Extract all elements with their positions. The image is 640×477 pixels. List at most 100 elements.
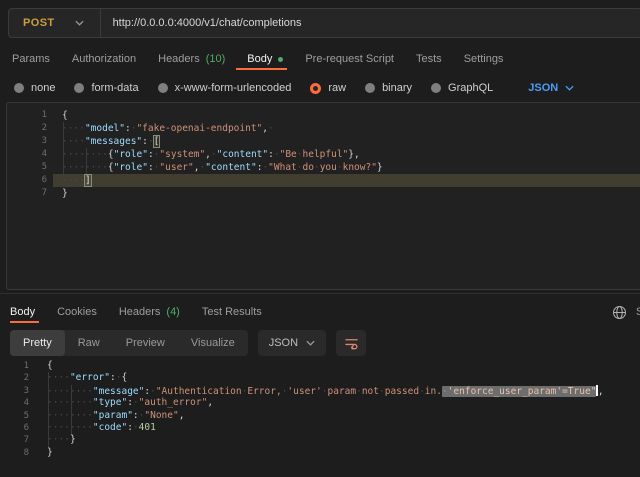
code-token: "param" <box>93 410 133 421</box>
request-tab-params[interactable]: Params <box>12 48 61 70</box>
body-type-x-www-form-urlencoded[interactable]: x-www-form-urlencoded <box>158 82 292 94</box>
response-tab-test-results[interactable]: Test Results <box>191 301 273 323</box>
tab-label: Authorization <box>72 53 136 65</box>
chevron-down-icon <box>565 85 574 91</box>
code-line: 3····"messages":·[ <box>7 135 640 148</box>
response-toolbar: PrettyRawPreviewVisualize JSON <box>10 330 366 356</box>
whitespace-dot: · <box>282 386 288 397</box>
code-token: } <box>70 434 76 445</box>
code-line: 1{ <box>0 360 640 372</box>
radio-icon <box>158 83 168 93</box>
code-token: "role" <box>114 162 148 173</box>
line-number: 2 <box>0 372 29 384</box>
request-tab-tests[interactable]: Tests <box>405 48 453 70</box>
whitespace-dot: · <box>379 386 385 397</box>
code-line: 4········{"role":·"system",·"content":·"… <box>7 148 640 161</box>
code-token: }, <box>348 149 359 160</box>
radio-icon <box>431 83 441 93</box>
code-token: ········ <box>62 149 108 160</box>
code-line: 2····"model":·"fake-openai-endpoint",· <box>7 122 640 135</box>
code-token: :· <box>133 410 144 421</box>
code-token: ········ <box>47 386 93 397</box>
body-type-graphql[interactable]: GraphQL <box>431 82 493 94</box>
body-language-label: JSON <box>528 82 558 94</box>
code-token: "error" <box>70 372 110 383</box>
body-type-options: none form-data x-www-form-urlencoded raw bin… <box>14 82 493 94</box>
globe-icon[interactable] <box>612 305 627 320</box>
code-token: , <box>207 397 213 408</box>
line-number: 7 <box>7 187 47 200</box>
whitespace-dot: · <box>148 136 154 147</box>
code-token: { <box>62 110 68 121</box>
view-visualize[interactable]: Visualize <box>178 330 248 356</box>
code-line: 1{ <box>7 109 640 122</box>
response-tab-headers[interactable]: Headers(4) <box>108 301 191 323</box>
tab-label: Body <box>10 306 35 318</box>
request-body-editor[interactable]: 1{2····"model":·"fake-openai-endpoint",·… <box>6 102 640 290</box>
whitespace-dot: · <box>442 386 448 397</box>
request-url-bar: POST <box>8 8 640 38</box>
request-tab-settings[interactable]: Settings <box>453 48 515 70</box>
whitespace-dot: · <box>322 386 328 397</box>
radio-icon <box>14 83 24 93</box>
request-tab-body[interactable]: Body <box>236 48 294 70</box>
code-token: } <box>47 447 53 458</box>
code-token: [ <box>154 136 160 147</box>
whitespace-dot: · <box>297 162 303 173</box>
radio-icon <box>74 83 84 93</box>
whitespace-dot: · <box>268 123 274 134</box>
line-number: 1 <box>7 109 47 122</box>
code-token: ········ <box>47 410 93 421</box>
radio-label: none <box>31 82 55 94</box>
line-number: 4 <box>0 397 29 409</box>
code-token: "system" <box>159 149 205 160</box>
request-tab-pre-request-script[interactable]: Pre-request Script <box>294 48 405 70</box>
code-text: { <box>62 109 68 122</box>
response-header-right: S <box>612 305 640 320</box>
code-token: ,· <box>205 149 216 160</box>
code-token: :· <box>257 162 268 173</box>
wrap-text-button[interactable] <box>336 330 366 356</box>
response-tab-cookies[interactable]: Cookies <box>46 301 108 323</box>
code-token: "role" <box>114 149 148 160</box>
line-number: 6 <box>7 174 47 187</box>
body-type-none[interactable]: none <box>14 82 55 94</box>
code-token: 401 <box>139 422 156 433</box>
code-token: :· <box>127 422 138 433</box>
radio-icon <box>365 83 375 93</box>
body-type-raw[interactable]: raw <box>310 82 346 94</box>
url-input[interactable] <box>101 16 640 30</box>
line-number: 7 <box>0 434 29 446</box>
view-pretty[interactable]: Pretty <box>10 330 65 356</box>
code-line: 4········"type":·"auth_error", <box>0 397 640 409</box>
response-tab-body[interactable]: Body <box>10 301 46 323</box>
method-select[interactable]: POST <box>9 9 100 37</box>
body-type-binary[interactable]: binary <box>365 82 412 94</box>
code-text: { <box>47 360 53 372</box>
view-raw[interactable]: Raw <box>65 330 113 356</box>
request-tab-authorization[interactable]: Authorization <box>61 48 147 70</box>
body-type-form-data[interactable]: form-data <box>74 82 138 94</box>
code-token: ···· <box>62 136 85 147</box>
code-token: , <box>598 386 604 397</box>
line-number: 5 <box>0 410 29 422</box>
body-language-select[interactable]: JSON <box>528 82 574 94</box>
radio-label: raw <box>328 82 346 94</box>
tab-label: Cookies <box>57 306 97 318</box>
request-tab-headers[interactable]: Headers(10) <box>147 48 236 70</box>
code-token: ········ <box>47 422 93 433</box>
status-text-clipped: S <box>636 306 640 318</box>
line-number: 5 <box>7 161 47 174</box>
code-text: ····"error":·{ <box>47 372 127 384</box>
code-token: "fake-openai-endpoint" <box>136 123 262 134</box>
response-language-select[interactable]: JSON <box>258 330 326 356</box>
whitespace-dot: · <box>116 372 122 383</box>
response-body-editor[interactable]: 1{2····"error":·{3········"message":·"Au… <box>0 358 640 477</box>
wrap-text-icon <box>344 337 359 350</box>
tab-label: Tests <box>416 53 442 65</box>
radio-label: GraphQL <box>448 82 493 94</box>
view-preview[interactable]: Preview <box>113 330 178 356</box>
line-number: 4 <box>7 148 47 161</box>
code-text: ····"messages":·[ <box>62 135 159 148</box>
code-token: "None" <box>144 410 178 421</box>
